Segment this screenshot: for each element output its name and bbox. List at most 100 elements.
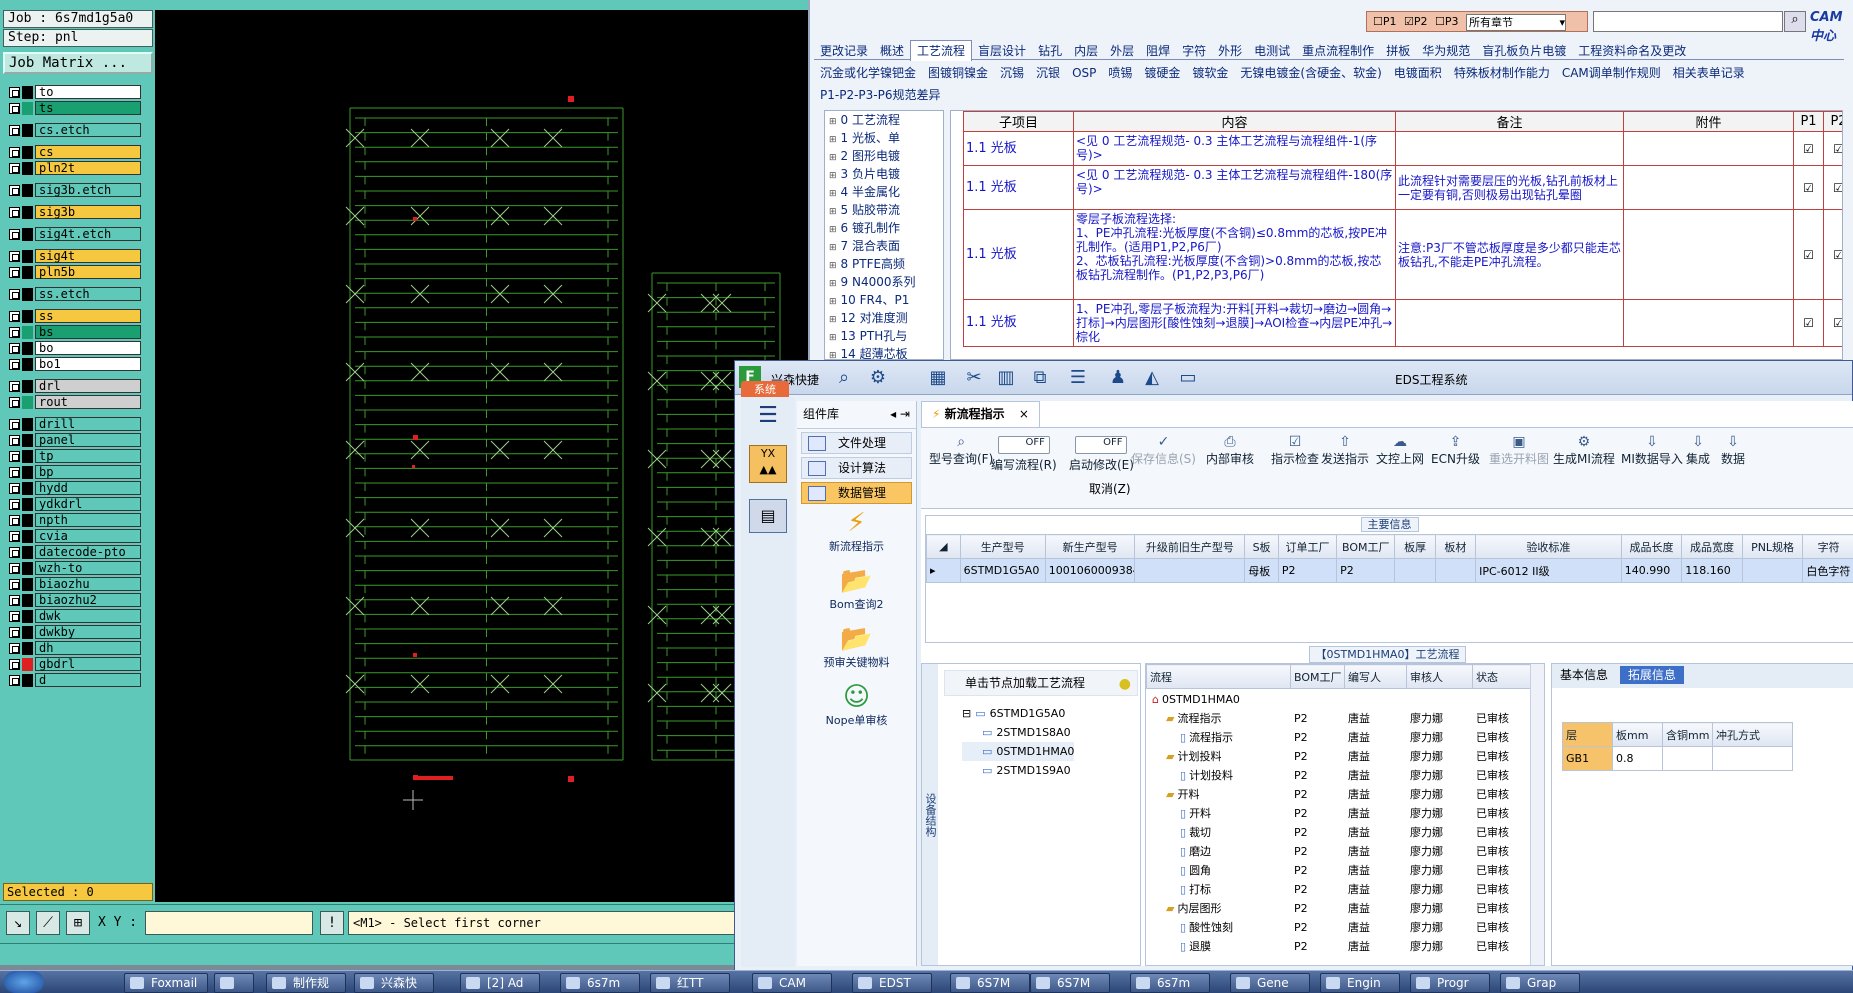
layer-row[interactable]: drl xyxy=(9,378,153,394)
layer-row[interactable]: dwk xyxy=(9,608,153,624)
tab-new-flow[interactable]: ⚡ 新流程指示 × xyxy=(921,401,1040,427)
layer-checkbox[interactable] xyxy=(9,86,20,98)
flow-row[interactable]: ▯ 退膜 P2 唐益 廖力娜 已审核 xyxy=(1146,937,1530,956)
tab-tabs2-0[interactable]: 沉金或化学镍钯金 xyxy=(814,63,922,83)
expand-icon[interactable]: ⊞ xyxy=(829,153,837,163)
flow-row[interactable]: ▰ 流程指示 P2 唐益 廖力娜 已审核 xyxy=(1146,709,1530,728)
taskbar-item[interactable]: 6s7m xyxy=(1130,973,1210,993)
layer-row[interactable]: pln5b xyxy=(9,264,153,280)
grid-header-cell[interactable]: 成品长度 xyxy=(1620,534,1683,559)
layer-checkbox[interactable] xyxy=(9,642,20,654)
spec-attach-cell[interactable] xyxy=(1623,165,1794,210)
ribbon-button-7[interactable]: ☁ 文控上网 xyxy=(1376,434,1424,467)
taskbar-item[interactable]: Foxmail xyxy=(124,973,208,993)
tab-tabs2-7[interactable]: 镀软金 xyxy=(1186,63,1234,83)
layer-checkbox[interactable] xyxy=(9,102,20,114)
layer-row[interactable]: drill xyxy=(9,416,153,432)
expand-icon[interactable]: ⊞ xyxy=(829,117,837,127)
tab-basic-info[interactable]: 基本信息 xyxy=(1552,668,1616,682)
flow-row[interactable]: ▯ 裁切 P2 唐益 廖力娜 已审核 xyxy=(1146,823,1530,842)
layer-row[interactable]: d xyxy=(9,672,153,688)
yx-app-icon[interactable]: YX ▲▲ xyxy=(749,445,787,483)
taskbar-item[interactable]: EDST xyxy=(852,973,932,993)
layer-checkbox[interactable] xyxy=(9,380,20,392)
layer-row[interactable]: ss.etch xyxy=(9,286,153,302)
layer-checkbox[interactable] xyxy=(9,450,20,462)
layer-row[interactable]: GB1 0.8 xyxy=(1562,746,1793,771)
grid-header-cell[interactable]: 板厚 xyxy=(1394,534,1436,559)
grid-row[interactable]: ▸6STMD1G5A010010600093843母板P2P2IPC-6012 … xyxy=(926,558,1853,583)
gear-icon[interactable]: ⚙ xyxy=(865,367,891,391)
layer-row[interactable]: npth xyxy=(9,512,153,528)
taskbar-item[interactable]: 红TT xyxy=(650,973,730,993)
chapter-tree-item[interactable]: ⊞ 14 超薄芯板 xyxy=(825,345,943,359)
taskbar-item[interactable]: 制作规 xyxy=(266,973,346,993)
tab-tabs2-6[interactable]: 镀硬金 xyxy=(1138,63,1186,83)
layer-checkbox[interactable] xyxy=(9,146,20,158)
layer-row[interactable]: hydd xyxy=(9,480,153,496)
tab-tabs1-7[interactable]: 阻焊 xyxy=(1140,41,1176,61)
layer-checkbox[interactable] xyxy=(9,434,20,446)
layer-checkbox[interactable] xyxy=(9,674,20,686)
grid-header-cell[interactable]: 订单工厂 xyxy=(1277,534,1338,559)
tab-tabs1-5[interactable]: 内层 xyxy=(1068,41,1104,61)
chapter-tree-item[interactable]: ⊞ 0 工艺流程 xyxy=(825,111,943,129)
flow-row[interactable]: ▰ 开料 P2 唐益 廖力娜 已审核 xyxy=(1146,785,1530,804)
layer-checkbox[interactable] xyxy=(9,562,20,574)
taskbar-item[interactable]: Gene xyxy=(1230,973,1310,993)
grid-header-cell[interactable]: 生产型号 xyxy=(959,534,1046,559)
layer-checkbox[interactable] xyxy=(9,358,20,370)
film-icon[interactable]: ▥ xyxy=(993,367,1019,391)
layer-row[interactable]: datecode-pto xyxy=(9,544,153,560)
plant-checkbox[interactable]: ☑ xyxy=(1793,209,1824,300)
grid-header-cell[interactable]: 新生产型号 xyxy=(1044,534,1136,559)
chapter-tree-item[interactable]: ⊞ 9 N4000系列 xyxy=(825,273,943,291)
chapter-tree-item[interactable]: ⊞ 3 负片电镀 xyxy=(825,165,943,183)
grid-header-cell[interactable]: 字符 xyxy=(1802,534,1853,559)
spec-attach-cell[interactable] xyxy=(1623,299,1794,347)
taskbar-item[interactable]: 6s7m xyxy=(560,973,640,993)
flow-row[interactable]: ▯ 圆角 P2 唐益 廖力娜 已审核 xyxy=(1146,861,1530,880)
part-tree-node[interactable]: ▭ 0STMD1HMA0 xyxy=(962,742,1075,761)
layer-checkbox[interactable] xyxy=(9,610,20,622)
grid-tool-icon[interactable]: ⊞ xyxy=(66,911,90,935)
tab-tabs1-1[interactable]: 概述 xyxy=(874,41,910,61)
tab-tabs2-8[interactable]: 无镍电镀金(含硬金、软金) xyxy=(1234,63,1387,83)
job-matrix-button[interactable]: Job Matrix ... xyxy=(3,52,153,74)
taskbar-item[interactable] xyxy=(214,973,254,993)
layer-checkbox[interactable] xyxy=(9,658,20,670)
layer-row[interactable]: wzh-to xyxy=(9,560,153,576)
tab-extended-info[interactable]: 拓展信息 xyxy=(1619,666,1684,684)
plant-checkbox[interactable]: ☑ xyxy=(1823,209,1842,300)
tab-tabs1-3[interactable]: 盲层设计 xyxy=(972,41,1032,61)
grid-header-cell[interactable]: PNL规格 xyxy=(1741,534,1804,559)
layer-checkbox[interactable] xyxy=(9,326,20,338)
tab-tabs1-9[interactable]: 外形 xyxy=(1212,41,1248,61)
layer-checkbox[interactable] xyxy=(9,578,20,590)
component-item-0[interactable]: 文件处理 xyxy=(801,432,912,454)
tab-tabs1-2[interactable]: 工艺流程 xyxy=(910,40,973,61)
chapter-tree-item[interactable]: ⊞ 2 图形电镀 xyxy=(825,147,943,165)
plant-checkbox[interactable]: ☑ xyxy=(1793,299,1824,347)
ribbon-button-6[interactable]: ⇧ 发送指示 xyxy=(1321,434,1369,467)
flow-row[interactable]: ⌂ 0STMD1HMA0 xyxy=(1146,690,1530,709)
chapter-tree-item[interactable]: ⊞ 6 镀孔制作 xyxy=(825,219,943,237)
tab-tabs2-3[interactable]: 沉银 xyxy=(1030,63,1066,83)
layer-row[interactable]: sig3b xyxy=(9,204,153,220)
tool-3[interactable]: ☺ Nope单审核 xyxy=(797,682,916,740)
layer-checkbox[interactable] xyxy=(9,124,20,136)
layer-row[interactable]: bp xyxy=(9,464,153,480)
device-structure-tab[interactable]: 设备结构 xyxy=(922,664,938,965)
flow-scrollbar[interactable] xyxy=(1530,664,1544,965)
tab-tabs2-9[interactable]: 电镀面积 xyxy=(1388,63,1448,83)
cancel-button[interactable]: 取消(Z) xyxy=(1089,480,1131,497)
tool-2[interactable]: 📂 预审关键物料 xyxy=(797,624,916,682)
layer-checkbox[interactable] xyxy=(9,514,20,526)
layer-row[interactable]: sig3b.etch xyxy=(9,182,153,198)
flow-row[interactable]: ▰ 计划投料 P2 唐益 廖力娜 已审核 xyxy=(1146,747,1530,766)
ribbon-button-13[interactable]: ⇩ 数据 xyxy=(1721,434,1745,467)
expand-icon[interactable]: ⊞ xyxy=(829,297,837,307)
flow-row[interactable]: ▰ 内层图形 P2 唐益 廖力娜 已审核 xyxy=(1146,899,1530,918)
expand-icon[interactable]: ⊞ xyxy=(829,279,837,289)
plant-checkbox[interactable]: ☑ xyxy=(1823,299,1842,347)
